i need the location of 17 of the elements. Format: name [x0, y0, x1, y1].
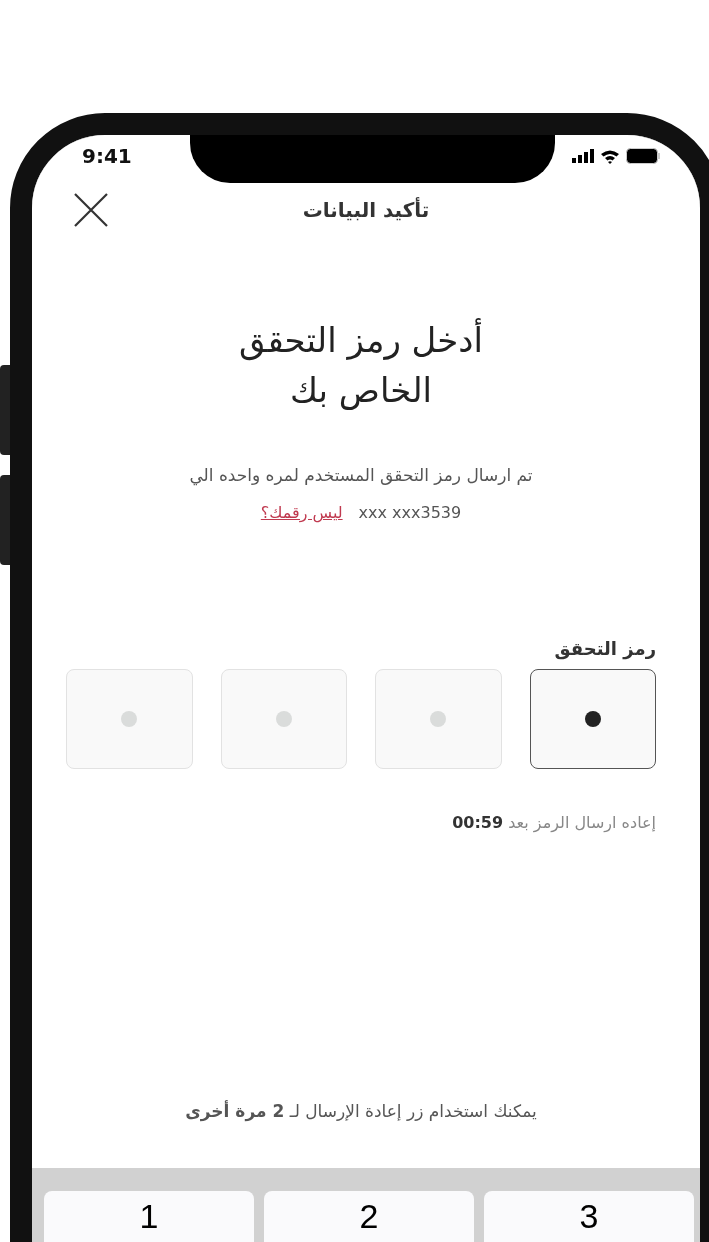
close-button[interactable] — [72, 191, 110, 229]
message-text: تم ارسال رمز التحقق المستخدم لمره واحده الي — [189, 465, 533, 485]
signal-icon — [572, 149, 594, 163]
keypad-key[interactable]: 3 — [484, 1191, 694, 1242]
close-icon — [74, 193, 108, 227]
phone-number: xxx xxx3539 — [358, 503, 462, 522]
change-number-link[interactable]: ليس رقمك؟ — [260, 503, 343, 522]
wifi-icon — [600, 148, 620, 164]
keypad-key[interactable]: 2 — [264, 1191, 474, 1242]
keypad-key[interactable]: 1 — [44, 1191, 254, 1242]
battery-icon — [626, 148, 660, 164]
code-digit-field[interactable] — [529, 669, 656, 769]
status-time: 9:41 — [82, 144, 132, 168]
screen-title: تأكيد البيانات — [302, 198, 430, 222]
code-label: رمز التحقق — [554, 638, 656, 659]
resend-note: يمكنك استخدام زر إعادة الإرسال لـ 2 مرة أخرى — [185, 1101, 537, 1121]
heading: أدخل رمز التحقق الخاص بك — [239, 317, 483, 412]
